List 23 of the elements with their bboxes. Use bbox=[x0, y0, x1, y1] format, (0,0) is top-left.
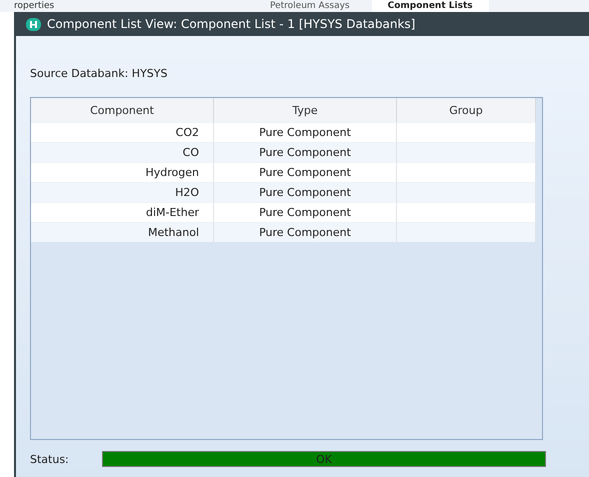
status-bar: OK bbox=[102, 451, 546, 467]
tab[interactable]: Petroleum Assays bbox=[254, 0, 366, 12]
panel-title: roperties bbox=[13, 1, 56, 11]
table-cell: Hydrogen bbox=[31, 162, 214, 182]
column-header[interactable]: Type bbox=[214, 98, 397, 122]
table-cell: Methanol bbox=[31, 222, 214, 242]
source-databank-label: Source Databank: HYSYS bbox=[30, 67, 168, 80]
table-cell: diM-Ether bbox=[31, 202, 214, 222]
table-cell: CO2 bbox=[31, 122, 214, 142]
status-label: Status: bbox=[30, 452, 70, 466]
table-cell: H2O bbox=[31, 182, 214, 202]
column-header[interactable]: Group bbox=[397, 98, 536, 122]
table-cell: CO bbox=[31, 142, 214, 162]
tab[interactable]: Component Lists bbox=[372, 0, 489, 12]
table-cell: Pure Component bbox=[214, 202, 397, 222]
table-cell: Pure Component bbox=[214, 122, 397, 142]
app-logo-icon bbox=[26, 18, 41, 30]
window-title: Component List View: Component List - 1 [HYSYS Databanks] bbox=[47, 17, 416, 31]
column-header[interactable]: Component bbox=[31, 98, 214, 122]
table-cell: Pure Component bbox=[214, 142, 397, 162]
table-cell: Pure Component bbox=[214, 222, 397, 242]
table-cell: Pure Component bbox=[214, 162, 397, 182]
table-cell: Pure Component bbox=[214, 182, 397, 202]
